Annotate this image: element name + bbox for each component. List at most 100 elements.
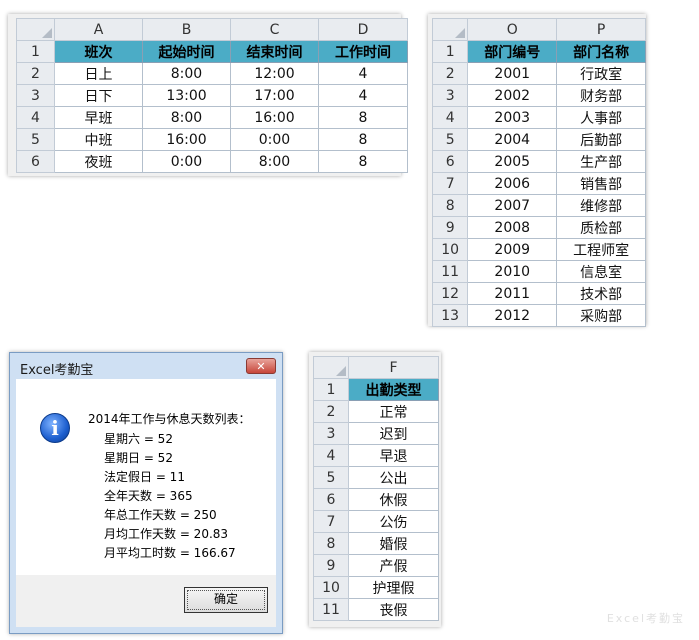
header-cell-work-hours[interactable]: 工作时间	[318, 40, 408, 63]
row-header[interactable]: 5	[431, 128, 469, 151]
row-header[interactable]: 12	[431, 282, 469, 305]
cell[interactable]: 技术部	[556, 282, 646, 305]
cell[interactable]: 8:00	[142, 106, 231, 129]
cell[interactable]: 2007	[467, 194, 558, 217]
cell[interactable]: 2012	[467, 304, 558, 327]
row-header[interactable]: 4	[16, 106, 55, 129]
ok-button[interactable]: 确定	[184, 587, 268, 613]
cell[interactable]: 早退	[348, 444, 439, 467]
cell[interactable]: 正常	[348, 400, 439, 423]
row-header[interactable]: 9	[313, 554, 349, 577]
row-header[interactable]: 2	[313, 400, 349, 423]
row-header[interactable]: 6	[313, 488, 349, 511]
row-header[interactable]: 1	[313, 378, 349, 401]
header-cell-dept-name[interactable]: 部门名称	[556, 40, 646, 63]
row-header[interactable]: 6	[431, 150, 469, 173]
header-cell-shift[interactable]: 班次	[54, 40, 143, 63]
cell[interactable]: 产假	[348, 554, 439, 577]
header-cell-attendance-type[interactable]: 出勤类型	[348, 378, 439, 401]
cell[interactable]: 夜班	[54, 150, 143, 173]
cell[interactable]: 后勤部	[556, 128, 646, 151]
cell[interactable]: 8	[318, 150, 408, 173]
row-header[interactable]: 4	[313, 444, 349, 467]
cell[interactable]: 0:00	[142, 150, 231, 173]
cell[interactable]: 行政室	[556, 62, 646, 85]
select-all-corner[interactable]	[313, 356, 349, 379]
row-header[interactable]: 5	[16, 128, 55, 151]
cell[interactable]: 12:00	[230, 62, 319, 85]
column-header-f[interactable]: F	[348, 356, 439, 379]
cell[interactable]: 护理假	[348, 576, 439, 599]
cell[interactable]: 中班	[54, 128, 143, 151]
cell[interactable]: 丧假	[348, 598, 439, 621]
select-all-corner[interactable]	[16, 18, 55, 41]
cell[interactable]: 2003	[467, 106, 558, 129]
row-header[interactable]: 3	[16, 84, 55, 107]
row-header[interactable]: 10	[431, 238, 469, 261]
cell[interactable]: 2009	[467, 238, 558, 261]
cell[interactable]: 维修部	[556, 194, 646, 217]
cell[interactable]: 迟到	[348, 422, 439, 445]
column-header-a[interactable]: A	[54, 18, 143, 41]
cell[interactable]: 16:00	[230, 106, 319, 129]
row-header[interactable]: 11	[431, 260, 469, 283]
row-header[interactable]: 7	[431, 172, 469, 195]
cell[interactable]: 8:00	[230, 150, 319, 173]
cell[interactable]: 质检部	[556, 216, 646, 239]
row-header[interactable]: 7	[313, 510, 349, 533]
header-cell-dept-id[interactable]: 部门编号	[467, 40, 558, 63]
cell[interactable]: 2010	[467, 260, 558, 283]
select-all-corner[interactable]	[431, 18, 469, 41]
cell[interactable]: 8	[318, 128, 408, 151]
row-header[interactable]: 8	[313, 532, 349, 555]
row-header[interactable]: 5	[313, 466, 349, 489]
cell[interactable]: 17:00	[230, 84, 319, 107]
cell[interactable]: 2004	[467, 128, 558, 151]
cell[interactable]: 婚假	[348, 532, 439, 555]
cell[interactable]: 4	[318, 84, 408, 107]
cell[interactable]: 2002	[467, 84, 558, 107]
cell[interactable]: 财务部	[556, 84, 646, 107]
header-cell-end-time[interactable]: 结束时间	[230, 40, 319, 63]
row-header[interactable]: 11	[313, 598, 349, 621]
cell[interactable]: 8	[318, 106, 408, 129]
row-header[interactable]: 13	[431, 304, 469, 327]
cell[interactable]: 人事部	[556, 106, 646, 129]
cell[interactable]: 2006	[467, 172, 558, 195]
row-header[interactable]: 6	[16, 150, 55, 173]
cell[interactable]: 早班	[54, 106, 143, 129]
cell[interactable]: 采购部	[556, 304, 646, 327]
column-header-b[interactable]: B	[142, 18, 231, 41]
column-header-o[interactable]: O	[467, 18, 558, 41]
row-header[interactable]: 3	[431, 84, 469, 107]
row-header[interactable]: 1	[16, 40, 55, 63]
cell[interactable]: 4	[318, 62, 408, 85]
row-header[interactable]: 2	[16, 62, 55, 85]
row-header[interactable]: 1	[431, 40, 469, 63]
cell[interactable]: 公伤	[348, 510, 439, 533]
cell[interactable]: 2001	[467, 62, 558, 85]
column-header-d[interactable]: D	[318, 18, 408, 41]
cell[interactable]: 工程师室	[556, 238, 646, 261]
cell[interactable]: 8:00	[142, 62, 231, 85]
cell[interactable]: 2011	[467, 282, 558, 305]
column-header-p[interactable]: P	[556, 18, 646, 41]
cell[interactable]: 16:00	[142, 128, 231, 151]
cell[interactable]: 13:00	[142, 84, 231, 107]
row-header[interactable]: 9	[431, 216, 469, 239]
row-header[interactable]: 8	[431, 194, 469, 217]
cell[interactable]: 信息室	[556, 260, 646, 283]
cell[interactable]: 公出	[348, 466, 439, 489]
row-header[interactable]: 3	[313, 422, 349, 445]
row-header[interactable]: 2	[431, 62, 469, 85]
cell[interactable]: 销售部	[556, 172, 646, 195]
cell[interactable]: 2005	[467, 150, 558, 173]
cell[interactable]: 日上	[54, 62, 143, 85]
cell[interactable]: 日下	[54, 84, 143, 107]
column-header-c[interactable]: C	[230, 18, 319, 41]
row-header[interactable]: 4	[431, 106, 469, 129]
row-header[interactable]: 10	[313, 576, 349, 599]
header-cell-start-time[interactable]: 起始时间	[142, 40, 231, 63]
close-button[interactable]: ✕	[246, 358, 276, 374]
cell[interactable]: 休假	[348, 488, 439, 511]
